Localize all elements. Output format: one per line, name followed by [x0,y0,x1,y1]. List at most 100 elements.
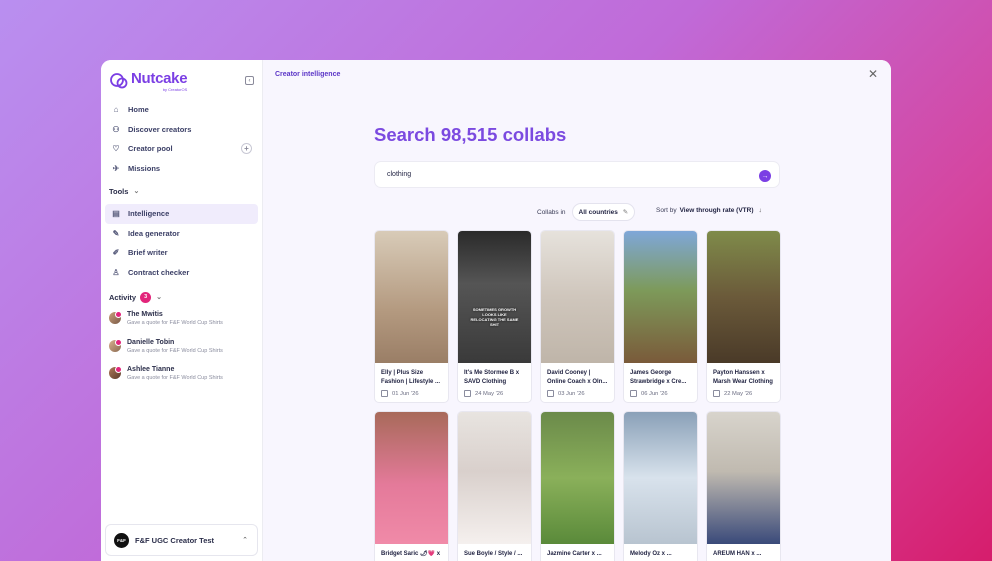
collab-thumbnail [707,231,780,363]
activity-item[interactable]: Danielle Tobin Gave a quote for F&F Worl… [105,334,258,362]
collab-thumbnail [707,412,780,544]
sidebar-item-label: Contract checker [128,267,190,277]
activity-list: The Mwitis Gave a quote for F&F World Cu… [105,306,258,389]
collab-card[interactable]: Payton Hanssen x Marsh Wear Clothing 22 … [706,230,781,403]
collab-thumbnail [458,412,531,544]
sidebar-item-home[interactable]: ⌂ Home [105,100,258,120]
collab-card[interactable]: Elly | Plus Size Fashion | Lifestyle ...… [374,230,449,403]
rocket-icon: ✈ [112,163,120,173]
tools-title: Tools [109,186,129,196]
heart-icon: ♡ [112,144,120,154]
collab-date: 01 Jun '26 [392,390,419,397]
brand-subtitle: by CreatorOS [162,86,188,92]
sidebar-item-discover-creators[interactable]: ⚇ Discover creators [105,120,258,140]
search-input[interactable]: clothing → [374,161,780,188]
chevron-up-icon: ⌃ [242,537,248,544]
sidebar-item-contract-checker[interactable]: ♙ Contract checker [105,263,258,283]
avatar [109,311,122,324]
collab-thumbnail: SOMETIMES GROWTH LOOKS LIKE RELOCATING T… [458,231,531,363]
sort-control[interactable]: Sort by View through rate (VTR) ↓ [656,207,762,214]
home-icon: ⌂ [113,105,119,115]
activity-title: Activity [109,292,137,302]
stamp-icon: ♙ [112,267,120,277]
collab-title: Elly | Plus Size Fashion | Lifestyle ... [381,370,441,385]
workspace-switcher[interactable]: F&F F&F UGC Creator Test ⌃ [105,524,258,556]
sidebar-item-intelligence[interactable]: ▤ Intelligence [105,204,258,224]
collab-date: 22 May '26 [724,390,753,397]
collab-title: Melody Oz x ... [630,551,672,557]
chevron-down-icon: ⌄ [133,188,140,195]
collab-title: AREUM HAN x ... [713,551,762,557]
collab-title: Sue Boyle / Style / ... [464,551,523,557]
country-filter: Collabs in All countries ✎ [537,203,636,221]
activity-item[interactable]: The Mwitis Gave a quote for F&F World Cu… [105,306,258,334]
activity-count-badge: 3 [140,291,152,303]
avatar [109,366,122,379]
calendar-icon [381,390,388,397]
sidebar-item-idea-generator[interactable]: ✎ Idea generator [105,224,258,244]
brand[interactable]: Nutcake by CreatorOS ‹ [105,66,258,96]
calendar-icon [464,390,471,397]
collab-card[interactable]: AREUM HAN x ... [706,411,781,561]
app-window: Nutcake by CreatorOS ‹ ⌂ Home ⚇ Discover… [101,60,891,561]
avatar [109,338,122,352]
tools-section-toggle[interactable]: Tools ⌄ [105,182,258,200]
pen-icon: ✐ [112,248,120,258]
collab-card[interactable]: Jazmine Carter x ... [540,411,615,561]
arrow-right-icon: → [761,172,769,180]
collab-thumbnail [375,412,448,544]
activity-section-toggle[interactable]: Activity 3 ⌄ [105,288,258,306]
tools-nav: ▤ Intelligence ✎ Idea generator ✐ Brief … [105,204,258,282]
workspace-name: F&F UGC Creator Test [135,535,215,545]
brand-name: Nutcake [131,69,188,87]
search-value: clothing [387,171,412,178]
arrow-down-icon: ↓ [758,207,762,214]
collab-title: Jazmine Carter x ... [547,551,602,557]
collab-card[interactable]: Sue Boyle / Style / ... [457,411,532,561]
collab-thumbnail [624,231,697,363]
collab-card[interactable]: James George Strawbridge x Cre... 06 Jun… [623,230,698,403]
sidebar-item-label: Creator pool [128,144,173,154]
page-title: Creator intelligence [275,71,341,78]
collab-card[interactable]: Melody Oz x ... [623,411,698,561]
collab-thumbnail [541,412,614,544]
main-nav: ⌂ Home ⚇ Discover creators ♡ Creator poo… [105,100,258,178]
collab-card[interactable]: David Cooney | Online Coach x Oln... 03 … [540,230,615,403]
sort-label: Sort by [656,207,677,214]
collab-title: Bridget Saric 🌶💗 x ... [381,551,441,561]
sidebar-item-label: Idea generator [128,228,180,238]
wand-icon: ✎ [112,228,120,238]
collab-title: James George Strawbridge x Cre... [630,370,687,385]
search-submit-button[interactable]: → [759,170,771,182]
collab-date: 03 Jun '26 [558,390,585,397]
users-icon: ⚇ [112,124,120,134]
main-content: Creator intelligence ✕ Search 98,515 col… [263,60,891,561]
sidebar-item-label: Discover creators [128,124,192,134]
chevron-down-icon: ⌄ [156,294,162,301]
collabs-in-label: Collabs in [537,208,566,216]
activity-description: Gave a quote for F&F World Cup Shirts [127,347,223,354]
calendar-icon [547,390,554,397]
close-icon[interactable]: ✕ [868,68,878,80]
sidebar-item-label: Brief writer [128,248,168,258]
country-filter-button[interactable]: All countries ✎ [571,203,636,221]
pencil-icon: ✎ [622,209,629,216]
collab-card[interactable]: SOMETIMES GROWTH LOOKS LIKE RELOCATING T… [457,230,532,403]
sidebar-item-brief-writer[interactable]: ✐ Brief writer [105,243,258,263]
sidebar-item-missions[interactable]: ✈ Missions [105,159,258,179]
collab-thumbnail [375,231,448,363]
nutcake-logo-icon [109,71,129,91]
collab-title: It's Me Stormee B x SAVD Clothing [464,370,520,385]
sidebar-item-label: Home [128,105,149,115]
collab-date: 24 May '26 [475,390,504,397]
sidebar-item-creator-pool[interactable]: ♡ Creator pool + [105,139,258,159]
activity-name: Ashlee Tianne [127,366,175,373]
video-caption: SOMETIMES GROWTH LOOKS LIKE RELOCATING T… [470,307,519,327]
collab-thumbnail [541,231,614,363]
activity-item[interactable]: Ashlee Tianne Gave a quote for F&F World… [105,361,258,389]
collapse-sidebar-icon[interactable]: ‹ [245,76,254,85]
calendar-icon [630,390,637,397]
collab-card[interactable]: Bridget Saric 🌶💗 x ... [374,411,449,561]
add-pool-icon[interactable]: + [241,143,252,154]
collab-date: 06 Jun '26 [641,390,668,397]
